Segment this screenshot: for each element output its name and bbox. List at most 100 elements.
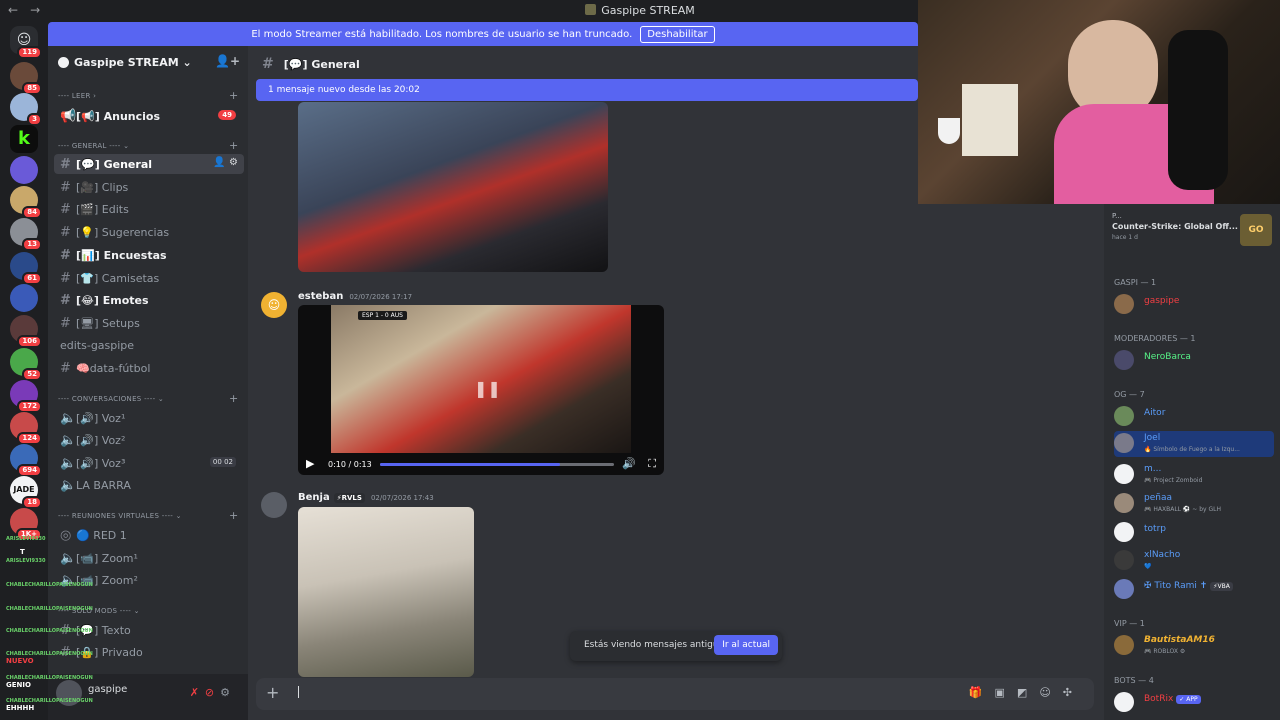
member-item[interactable]: BautistaAM16 🎮 ROBLOX ⚙ (1114, 633, 1274, 659)
add-channel-icon[interactable]: + (229, 509, 239, 522)
gift-icon[interactable]: 🎁 (969, 686, 995, 699)
server-header[interactable]: Gaspipe STREAM ⌄ 👤+ (48, 46, 248, 78)
channel-edits[interactable]: # [🎬] Edits (54, 199, 244, 219)
server-icon[interactable]: 106 (10, 315, 42, 348)
speaker-icon: 🔈 (60, 411, 77, 426)
avatar (1114, 692, 1134, 712)
member-item[interactable]: BotRix ✓ APP (1114, 690, 1274, 716)
chat-username: CHABLECHARILLOPAISENOGUN (6, 606, 93, 612)
server-icon[interactable]: 124 (10, 412, 42, 445)
channel-clips[interactable]: # [🎥] Clips (54, 177, 244, 197)
member-group-label: GASPI — 1 (1114, 278, 1157, 287)
new-messages-bar[interactable]: 1 mensaje nuevo desde las 20:02 (256, 79, 918, 101)
member-item[interactable]: peñaa 🎮 HAXBALL ⚽ ~ by GLH (1114, 491, 1274, 517)
avatar (1114, 406, 1134, 426)
voice-channel-voz1[interactable]: 🔈[🔊] Voz¹ (54, 408, 244, 428)
message-author[interactable]: Benja ⚡RVLS 02/07/2026 17:43 (298, 492, 434, 503)
server-icon[interactable]: 1K+ (10, 508, 42, 541)
message-author[interactable]: esteban 02/07/2026 17:17 (298, 291, 412, 302)
message-timestamp: 02/07/2026 17:17 (349, 293, 413, 301)
add-channel-icon[interactable]: + (229, 139, 239, 152)
activity-card[interactable]: P... Counter-Strike: Global Off... hace … (1112, 212, 1272, 258)
avatar (1114, 550, 1134, 570)
avatar (1114, 579, 1134, 599)
server-icon[interactable]: JADE 18 (10, 476, 42, 509)
emoji-icon[interactable]: ☺ (1039, 686, 1062, 699)
team-crest (938, 118, 960, 144)
add-channel-icon[interactable]: + (229, 392, 239, 405)
category-general[interactable]: ---- GENERAL ---- ⌄ + (58, 139, 238, 152)
member-item[interactable]: gaspipe (1114, 292, 1274, 318)
message-image[interactable] (298, 507, 474, 677)
fullscreen-icon[interactable]: ⛶ (648, 457, 656, 471)
video-player[interactable]: ESP 1 - 0 AUS ❚❚ ▶ 0:10 / 0:13 🔊 ⛶ (298, 305, 664, 475)
message-image[interactable] (298, 102, 608, 272)
member-group-label: BOTS — 4 (1114, 676, 1154, 685)
add-channel-icon[interactable]: + (229, 89, 239, 102)
member-item[interactable]: NeroBarca (1114, 348, 1274, 374)
server-icon[interactable] (10, 284, 38, 312)
sticker-icon[interactable]: ◩ (1017, 686, 1039, 699)
channel-emotes[interactable]: # [😂] Emotes (54, 290, 244, 310)
avatar (1114, 635, 1134, 655)
category-conversaciones[interactable]: ---- CONVERSACIONES ---- ⌄ + (58, 392, 238, 405)
channel-title: General (311, 58, 360, 71)
member-item[interactable]: Joel 🔥 Símbolo de Fuego a la Izqu... (1114, 431, 1274, 457)
member-item[interactable]: totrp (1114, 520, 1274, 546)
discord-default-avatar-icon[interactable]: ☺ (261, 292, 287, 318)
apps-icon[interactable]: ✣ (1063, 686, 1084, 699)
server-icon[interactable]: 61 (10, 252, 42, 285)
jump-to-present-button[interactable]: Ir al actual (714, 635, 778, 655)
play-icon[interactable]: ▶ (306, 457, 314, 470)
member-item[interactable]: Aitor (1114, 404, 1274, 430)
pause-icon[interactable]: ❚❚ (474, 379, 501, 398)
voice-channel-la-barra[interactable]: 🔈LA BARRA (54, 475, 244, 495)
old-messages-notice: Estás viendo mensajes antiguos Ir al act… (570, 631, 782, 661)
member-item[interactable]: xlNacho 💙 (1114, 548, 1274, 574)
chat-username: ARISLEVI9330 (6, 536, 46, 542)
voice-channel-voz2[interactable]: 🔈[🔊] Voz² (54, 430, 244, 450)
gif-icon[interactable]: ▣ (995, 686, 1017, 699)
server-icon[interactable]: 694 (10, 444, 42, 477)
channel-edits-gaspipe[interactable]: edits-gaspipe (54, 335, 244, 355)
channel-general[interactable]: # [💬] General 👤 ⚙ (54, 154, 244, 174)
hash-icon: # (60, 361, 71, 376)
channel-sugerencias[interactable]: # [💡] Sugerencias (54, 222, 244, 242)
server-icon[interactable] (10, 156, 38, 184)
kick-server-icon[interactable]: k (10, 125, 38, 153)
video-progress-bar[interactable] (380, 463, 614, 466)
home-button[interactable]: ☺ 119 (10, 26, 42, 59)
channel-data-futbol[interactable]: # 🧠data-fútbol (54, 358, 244, 378)
add-attachment-icon[interactable]: + (266, 683, 279, 702)
channel-anuncios[interactable]: 📢[📢] Anuncios 49 (54, 106, 244, 126)
score-overlay: ESP 1 - 0 AUS (358, 311, 407, 320)
channel-encuestas[interactable]: # [📊] Encuestas (54, 245, 244, 265)
server-icon[interactable]: 172 (10, 380, 42, 413)
voice-channel-voz3[interactable]: 🔈[🔊] Voz³ 00 02 (54, 453, 244, 473)
message-composer[interactable]: + 🎁▣◩☺✣ (256, 678, 1094, 710)
chat-message: NUEVO (6, 657, 34, 665)
category-leer[interactable]: ---- LEER › + (58, 89, 238, 102)
volume-icon[interactable]: 🔊 (622, 457, 636, 470)
server-icon[interactable]: 84 (10, 186, 42, 219)
channel-setups[interactable]: # [🖥] Setups (54, 313, 244, 333)
chat-username: ARISLEVI9330 (6, 558, 46, 564)
category-reuniones[interactable]: ---- REUNIONES VIRTUALES ---- ⌄ + (58, 509, 238, 522)
server-icon[interactable]: 85 (10, 62, 42, 95)
speaker-icon: 🔈 (60, 478, 77, 493)
server-icon[interactable]: 3 (10, 93, 42, 126)
channel-camisetas[interactable]: # [👕] Camisetas (54, 268, 244, 288)
disable-streamer-mode-button[interactable]: Deshabilitar (640, 25, 715, 43)
member-item[interactable]: ✠ Tito Rami ✝ ⚡VBA (1114, 577, 1274, 603)
server-icon (58, 57, 69, 68)
member-list: P... Counter-Strike: Global Off... hace … (1104, 204, 1280, 720)
video-progress-fill (380, 463, 561, 466)
server-icon[interactable]: 52 (10, 348, 42, 381)
add-member-icon[interactable]: 👤+ (215, 54, 240, 68)
server-icon[interactable]: 13 (10, 218, 42, 251)
avatar[interactable] (261, 492, 287, 518)
member-item[interactable]: m... 🎮 Project Zomboid (1114, 462, 1274, 488)
chat-message: EHHHH (6, 704, 35, 712)
server-icon (585, 4, 597, 15)
channel-settings-icon[interactable]: 👤 ⚙ (213, 157, 238, 168)
